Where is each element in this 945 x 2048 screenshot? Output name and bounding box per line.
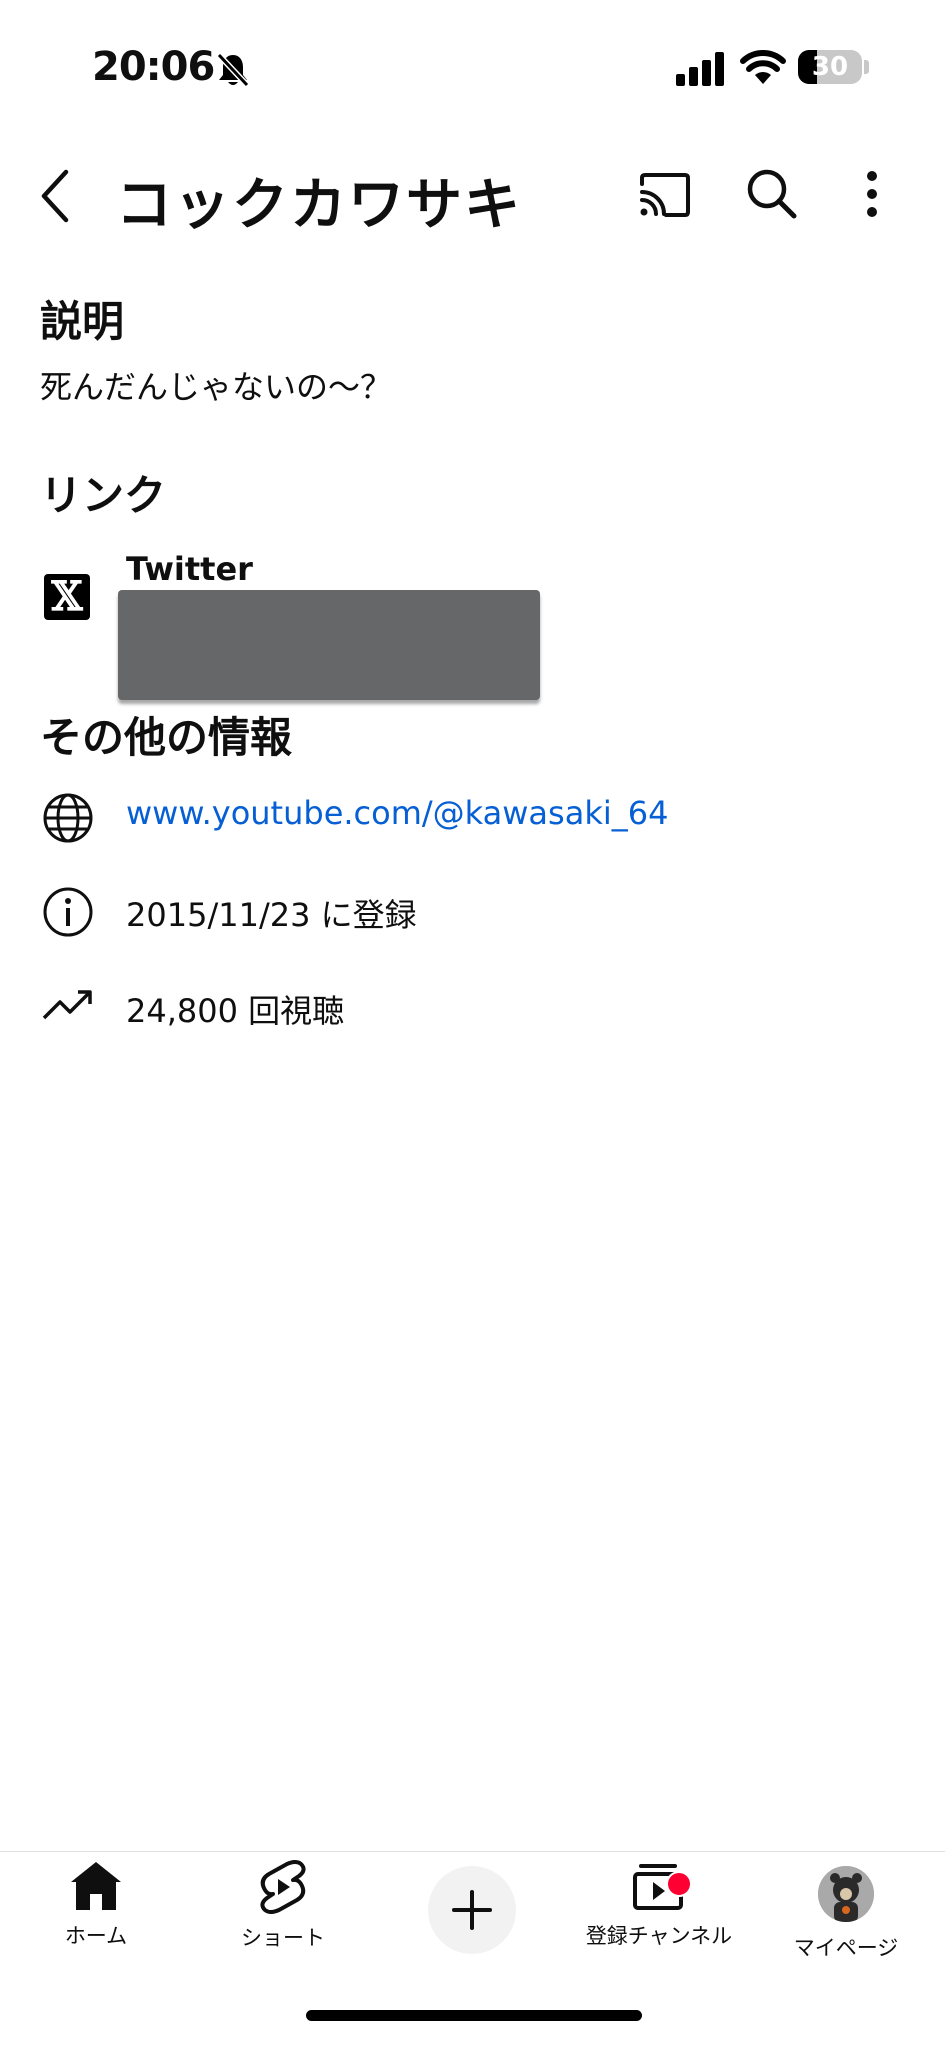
cast-button[interactable]: [638, 172, 692, 222]
battery-level: 30: [811, 52, 849, 82]
nav-subscriptions-label: 登録チャンネル: [585, 1924, 733, 1948]
redacted-link-block: [118, 590, 540, 700]
create-button[interactable]: [428, 1866, 516, 1954]
more-options-button[interactable]: [864, 170, 880, 222]
notification-dot: [666, 1871, 692, 1897]
status-time: 20:06: [92, 44, 215, 90]
nav-subscriptions[interactable]: 登録チャンネル: [569, 1860, 749, 1950]
description-text: 死んだんじゃないの〜？: [40, 368, 393, 406]
trending-icon: [42, 984, 94, 1028]
description-heading: 説明: [40, 297, 125, 346]
search-button[interactable]: [746, 168, 798, 224]
bell-muted-icon: [216, 52, 250, 92]
bottom-nav-divider: [0, 1851, 945, 1852]
x-logo-icon: 𝕏: [44, 574, 90, 620]
nav-shorts-label: ショート: [241, 1926, 325, 1950]
view-count: 24,800 回視聴: [126, 992, 345, 1030]
channel-url-link[interactable]: www.youtube.com/@kawasaki_64: [126, 794, 668, 832]
avatar[interactable]: [818, 1866, 874, 1922]
joined-date: 2015/11/23 に登録: [126, 896, 417, 934]
info-icon: [42, 886, 94, 942]
links-heading: リンク: [40, 471, 167, 520]
shorts-icon: [260, 1860, 306, 1914]
battery-indicator: 30: [798, 50, 862, 84]
home-indicator[interactable]: [306, 2010, 642, 2021]
cellular-signal-icon: [676, 52, 726, 90]
nav-mypage[interactable]: マイページ: [756, 1928, 936, 1962]
plus-icon: [452, 1890, 492, 1930]
other-info-heading: その他の情報: [40, 713, 293, 762]
battery-cap: [864, 60, 869, 74]
nav-home[interactable]: ホーム: [6, 1860, 186, 1950]
nav-mypage-label: マイページ: [793, 1936, 899, 1960]
home-icon: [71, 1862, 121, 1910]
globe-icon: [42, 792, 94, 848]
nav-shorts[interactable]: ショート: [193, 1860, 373, 1952]
wifi-icon: [740, 48, 786, 90]
page-title: コックカワサキ: [116, 173, 522, 238]
back-button[interactable]: [36, 168, 76, 228]
nav-home-label: ホーム: [64, 1924, 128, 1948]
twitter-link-label[interactable]: Twitter: [126, 550, 253, 588]
